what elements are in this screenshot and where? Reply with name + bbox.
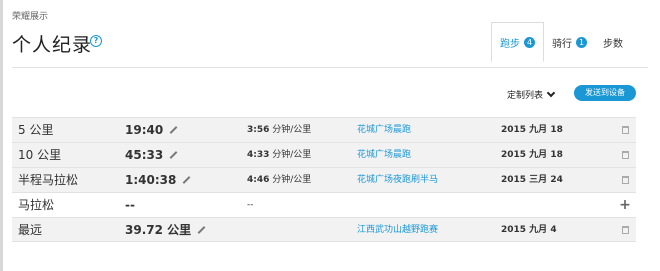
customize-list-label: 定制列表 xyxy=(507,91,544,101)
left-edge-strip xyxy=(0,0,3,271)
table-row: 最远 39.72 公里 江西武功山越野跑赛 2015 九月 4 xyxy=(12,217,636,242)
table-row: 马拉松 -- -- + xyxy=(12,192,636,217)
pencil-icon[interactable] xyxy=(197,225,206,234)
chevron-down-icon xyxy=(546,88,556,97)
tab-cycling[interactable]: 骑行 1 xyxy=(544,22,595,62)
page-title: 个人纪录 xyxy=(12,34,93,56)
send-to-device-button[interactable]: 发送到设备 xyxy=(574,85,636,101)
activity-link[interactable]: 江西武功山越野跑赛 xyxy=(357,218,438,242)
tab-count-badge: 4 xyxy=(524,36,535,48)
activity-link[interactable]: 花城广场晨跑 xyxy=(357,118,411,142)
table-row: 10 公里 45:33 4:33 分钟/公里 花城广场晨跑 2015 九月 18 xyxy=(12,142,636,167)
pencil-icon[interactable] xyxy=(169,125,178,134)
table-row: 半程马拉松 1:40:38 4:46 分钟/公里 花城广场夜跑刷半马 2015 … xyxy=(12,167,636,192)
record-time: 1:40:38 xyxy=(125,168,191,192)
activity-tabs: 跑步 4 骑行 1 步数 xyxy=(491,22,631,62)
distance-label: 马拉松 xyxy=(18,198,55,212)
tab-label: 骑行 xyxy=(552,38,572,50)
table-row: 5 公里 19:40 3:56 分钟/公里 花城广场晨跑 2015 九月 18 xyxy=(12,117,636,142)
customize-list-dropdown[interactable]: 定制列表 xyxy=(507,88,556,101)
tab-count-badge: 1 xyxy=(576,36,587,48)
record-pace: 4:46 分钟/公里 xyxy=(247,175,312,185)
pencil-icon[interactable] xyxy=(182,175,191,184)
tab-steps[interactable]: 步数 xyxy=(595,22,631,62)
record-date: 2015 三月 24 xyxy=(501,175,563,185)
activity-link[interactable]: 花城广场晨跑 xyxy=(357,143,411,167)
pencil-icon[interactable] xyxy=(169,150,178,159)
record-date: 2015 九月 4 xyxy=(501,225,557,235)
breadcrumb[interactable]: 荣耀展示 xyxy=(12,9,48,22)
trash-icon[interactable] xyxy=(619,168,631,192)
distance-label: 最远 xyxy=(18,223,43,237)
trash-icon[interactable] xyxy=(619,218,631,242)
plus-icon[interactable]: + xyxy=(619,193,631,217)
trash-icon[interactable] xyxy=(619,118,631,142)
header-divider xyxy=(12,67,648,68)
activity-link[interactable]: 花城广场夜跑刷半马 xyxy=(357,168,438,192)
distance-label: 10 公里 xyxy=(18,148,62,162)
record-date: 2015 九月 18 xyxy=(501,125,563,135)
records-table: 5 公里 19:40 3:56 分钟/公里 花城广场晨跑 2015 九月 18 … xyxy=(12,117,636,242)
trash-icon[interactable] xyxy=(619,143,631,167)
record-time: 45:33 xyxy=(125,143,178,167)
record-time: -- xyxy=(125,198,135,212)
record-time: 19:40 xyxy=(125,118,178,142)
record-pace: 4:33 分钟/公里 xyxy=(247,150,312,160)
tab-label: 跑步 xyxy=(500,38,520,50)
tab-label: 步数 xyxy=(603,38,623,50)
record-pace: -- xyxy=(247,200,254,210)
record-date: 2015 九月 18 xyxy=(501,150,563,160)
distance-label: 半程马拉松 xyxy=(18,173,79,187)
distance-label: 5 公里 xyxy=(18,123,54,137)
help-icon[interactable]: ? xyxy=(90,35,102,47)
tab-running[interactable]: 跑步 4 xyxy=(491,22,544,62)
record-pace: 3:56 分钟/公里 xyxy=(247,125,312,135)
record-distance: 39.72 公里 xyxy=(125,218,206,242)
